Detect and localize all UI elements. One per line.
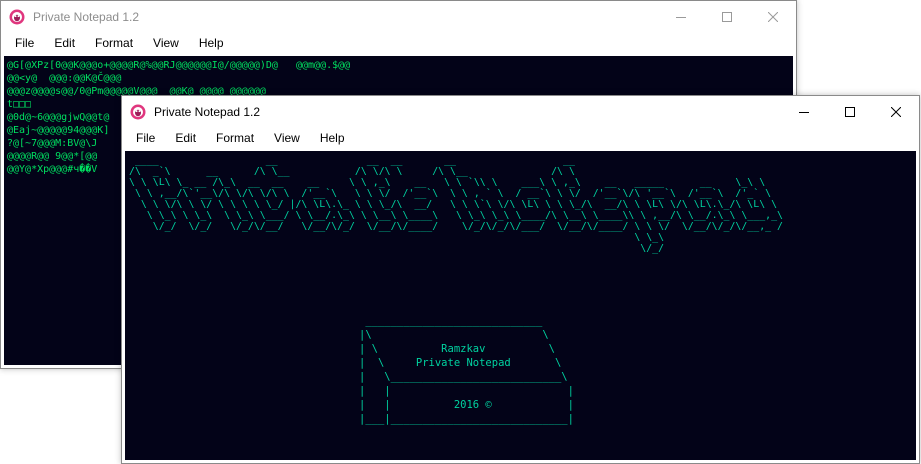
menu-edit[interactable]: Edit [165, 127, 206, 149]
private-notepad-app-icon [9, 9, 25, 25]
title-bar[interactable]: Private Notepad 1.2 [1, 1, 796, 32]
maximize-button[interactable] [827, 96, 873, 127]
menu-help[interactable]: Help [310, 127, 355, 149]
menu-format[interactable]: Format [85, 32, 143, 54]
menu-bar: File Edit Format View Help [1, 32, 796, 54]
close-icon [768, 11, 778, 22]
window-title: Private Notepad 1.2 [33, 9, 140, 24]
menu-view[interactable]: View [264, 127, 310, 149]
menu-help[interactable]: Help [189, 32, 234, 54]
text-editor-area[interactable]: ____ __ __ __ __ __ /\ _`\ __ /\ \__ /\ … [125, 151, 916, 460]
menu-view[interactable]: View [143, 32, 189, 54]
close-icon [891, 106, 901, 117]
menu-format[interactable]: Format [206, 127, 264, 149]
close-button[interactable] [873, 96, 919, 127]
ascii-art-credits-box: ____________________________ |\ \ | \ Ra… [359, 315, 574, 425]
private-notepad-app-icon [130, 104, 146, 120]
minimize-icon [676, 16, 686, 18]
menu-file[interactable]: File [5, 32, 44, 54]
ascii-art-banner: ____ __ __ __ __ __ /\ _`\ __ /\ \__ /\ … [129, 155, 783, 254]
menu-file[interactable]: File [126, 127, 165, 149]
maximize-icon [722, 11, 732, 22]
minimize-button[interactable] [781, 96, 827, 127]
title-bar[interactable]: Private Notepad 1.2 [122, 96, 919, 127]
maximize-button[interactable] [704, 1, 750, 32]
minimize-icon [799, 111, 809, 113]
maximize-icon [845, 106, 855, 117]
menu-edit[interactable]: Edit [44, 32, 85, 54]
minimize-button[interactable] [658, 1, 704, 32]
close-button[interactable] [750, 1, 796, 32]
window-title: Private Notepad 1.2 [154, 104, 261, 119]
notepad-window-foreground[interactable]: Private Notepad 1.2 File Edit Format Vie… [121, 95, 920, 464]
menu-bar: File Edit Format View Help [122, 127, 919, 149]
